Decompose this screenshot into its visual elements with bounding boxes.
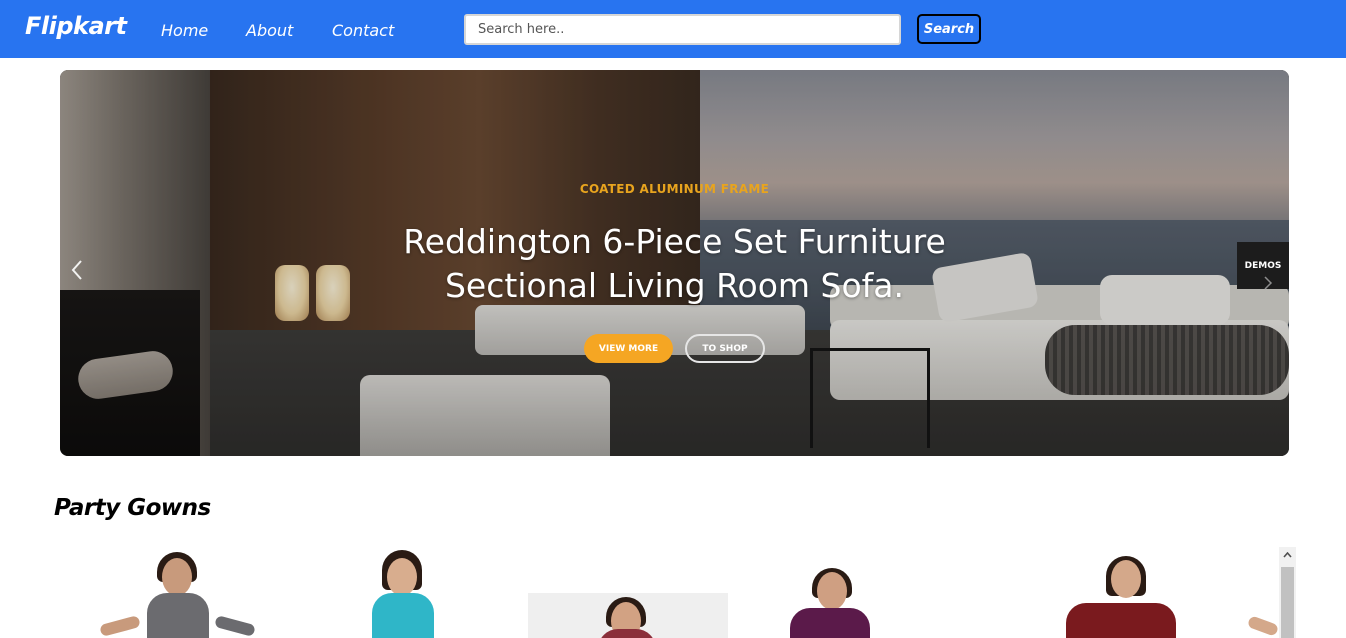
search-button[interactable]: Search <box>917 14 981 44</box>
product-image <box>214 615 256 637</box>
chevron-right-icon[interactable] <box>1263 268 1273 298</box>
product-image <box>790 608 870 638</box>
slide-title-line: Reddington 6-Piece Set Furniture <box>403 222 946 261</box>
to-shop-button[interactable]: TO SHOP <box>685 334 765 363</box>
product-card[interactable] <box>340 548 500 638</box>
product-image <box>1066 603 1176 638</box>
slide-title: Reddington 6-Piece Set Furniture Section… <box>60 220 1289 308</box>
product-image <box>817 572 847 610</box>
view-more-button[interactable]: VIEW MORE <box>584 334 673 363</box>
product-card[interactable] <box>780 548 960 638</box>
product-image <box>162 558 192 596</box>
slide-title-line: Sectional Living Room Sofa. <box>444 266 905 305</box>
product-card[interactable] <box>95 548 265 638</box>
nav-link-about[interactable]: About <box>246 21 293 40</box>
product-image <box>598 629 656 638</box>
product-card[interactable] <box>528 593 728 638</box>
product-image <box>1111 560 1141 598</box>
product-image <box>99 615 141 637</box>
product-image <box>147 593 209 638</box>
product-image <box>372 593 434 638</box>
section-title: Party Gowns <box>54 495 211 521</box>
nav-link-home[interactable]: Home <box>161 21 208 40</box>
search-input[interactable] <box>464 14 901 45</box>
nav-link-contact[interactable]: Contact <box>332 21 394 40</box>
product-image <box>1248 615 1278 637</box>
top-navbar: Flipkart Home About Contact Search <box>0 0 1346 58</box>
chevron-left-icon[interactable] <box>70 258 84 288</box>
product-image <box>387 558 417 596</box>
scrollbar[interactable] <box>1279 547 1296 638</box>
brand-logo[interactable]: Flipkart <box>25 12 127 40</box>
product-card[interactable] <box>1248 548 1278 638</box>
slide-kicker: COATED ALUMINUM FRAME <box>579 182 770 196</box>
scrollbar-thumb[interactable] <box>1281 567 1294 638</box>
product-card[interactable] <box>1060 548 1180 638</box>
hero-carousel: COATED ALUMINUM FRAME Reddington 6-Piece… <box>60 70 1289 456</box>
scroll-up-icon[interactable] <box>1279 547 1296 564</box>
